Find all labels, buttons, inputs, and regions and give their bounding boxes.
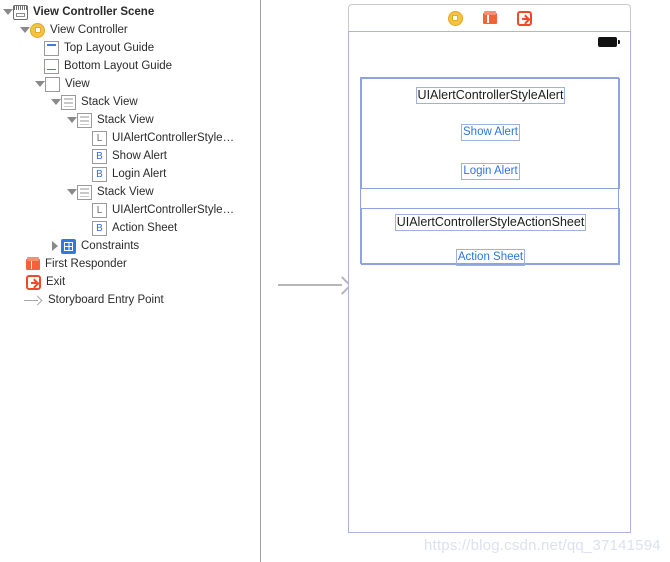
outline-row-label: UIAlertControllerStyle… (112, 132, 235, 144)
action-sheet-button[interactable]: Action Sheet (455, 249, 526, 266)
outline-row-label: Constraints (81, 240, 140, 252)
outline-row-stack-view-sheet[interactable]: Stack View (66, 183, 260, 201)
outline-row-button-action-sheet[interactable]: B Action Sheet (92, 219, 260, 237)
outline-row-label: Storyboard Entry Point (48, 294, 164, 306)
outer-stack-view[interactable]: UIAlertControllerStyleAlert Show Alert L… (360, 77, 620, 266)
outline-row-label: View (65, 78, 90, 90)
disclosure-triangle-icon[interactable] (50, 237, 61, 255)
outline-row-label: UIAlertControllerStyle… (112, 204, 235, 216)
outline-row-label: View Controller (50, 24, 128, 36)
first-responder-icon (26, 257, 40, 271)
outline-row-view-controller-scene[interactable]: View Controller Scene (2, 3, 260, 21)
outline-row-constraints[interactable]: Constraints (50, 237, 260, 255)
battery-full-icon (598, 37, 620, 47)
disclosure-triangle-icon[interactable] (66, 183, 77, 201)
disclosure-triangle-icon[interactable] (34, 75, 45, 93)
scene-icon (13, 4, 28, 20)
outline-row-label: Exit (46, 276, 66, 288)
outline-row-label-sheet-style[interactable]: L UIAlertControllerStyle… (92, 201, 260, 219)
document-outline-panel[interactable]: View Controller Scene View Controller To… (0, 0, 261, 562)
device-frame[interactable]: UIAlertControllerStyleAlert Show Alert L… (348, 31, 631, 533)
view-controller-icon (30, 22, 45, 38)
button-icon: B (92, 148, 107, 164)
outline-row-first-responder[interactable]: First Responder (26, 255, 260, 273)
outline-row-label: Stack View (81, 96, 138, 108)
view-controller-dock-icon[interactable] (447, 10, 463, 26)
outline-row-label: View Controller Scene (33, 6, 155, 18)
show-alert-button[interactable]: Show Alert (461, 124, 520, 141)
battery-body (598, 37, 617, 47)
alert-style-label: UIAlertControllerStyleAlert (415, 87, 566, 104)
outline-row-label: Show Alert (112, 150, 167, 162)
battery-cap (617, 40, 620, 44)
outline-row-button-show-alert[interactable]: B Show Alert (92, 147, 260, 165)
inner-stack-view-alert[interactable]: UIAlertControllerStyleAlert Show Alert L… (361, 78, 620, 189)
outline-row-stack-view-outer[interactable]: Stack View (50, 93, 260, 111)
constraints-icon (61, 238, 76, 254)
outline-row-bottom-layout-guide[interactable]: Bottom Layout Guide (44, 57, 260, 75)
disclosure-triangle-icon[interactable] (66, 111, 77, 129)
exit-dock-icon[interactable] (516, 10, 532, 26)
label-icon: L (92, 202, 107, 218)
first-responder-dock-icon[interactable] (482, 11, 497, 25)
disclosure-triangle-icon[interactable] (2, 3, 13, 21)
stack-view-icon (77, 112, 92, 128)
label-icon: L (92, 130, 107, 146)
watermark: https://blog.csdn.net/qq_37141594 (424, 537, 661, 554)
outline-row-label: Login Alert (112, 168, 167, 180)
button-icon: B (92, 166, 107, 182)
inner-stack-view-action-sheet[interactable]: UIAlertControllerStyleActionSheet Action… (361, 208, 620, 266)
entry-point-arrow-icon (24, 293, 43, 308)
stack-view-icon (77, 184, 92, 200)
outline-row-label: Bottom Layout Guide (64, 60, 173, 72)
login-alert-button[interactable]: Login Alert (461, 163, 520, 180)
storyboard-canvas[interactable]: UIAlertControllerStyleAlert Show Alert L… (262, 0, 670, 562)
view-icon (45, 76, 60, 92)
disclosure-triangle-icon[interactable] (19, 21, 30, 39)
outline-row-top-layout-guide[interactable]: Top Layout Guide (44, 39, 260, 57)
outline-row-button-login-alert[interactable]: B Login Alert (92, 165, 260, 183)
outline-row-exit[interactable]: Exit (26, 273, 260, 291)
scene-dock[interactable] (348, 4, 631, 31)
action-sheet-style-label: UIAlertControllerStyleActionSheet (394, 214, 587, 231)
outline-row-label-alert-style[interactable]: L UIAlertControllerStyle… (92, 129, 260, 147)
outline-row-label: First Responder (45, 258, 127, 270)
outline-row-stack-view-alert[interactable]: Stack View (66, 111, 260, 129)
disclosure-triangle-icon[interactable] (50, 93, 61, 111)
stack-view-icon (61, 94, 76, 110)
outline-row-view-controller[interactable]: View Controller (19, 21, 260, 39)
outline-row-view[interactable]: View (34, 75, 260, 93)
outline-row-label: Top Layout Guide (64, 42, 155, 54)
bottom-layout-guide-icon (44, 58, 59, 74)
outline-row-label: Stack View (97, 114, 154, 126)
storyboard-entry-arrow-icon (278, 276, 352, 296)
outline-row-label: Stack View (97, 186, 154, 198)
exit-icon (26, 274, 41, 290)
button-icon: B (92, 220, 107, 236)
outline-row-storyboard-entry-point[interactable]: Storyboard Entry Point (24, 291, 260, 309)
outline-row-label: Action Sheet (112, 222, 178, 234)
top-layout-guide-icon (44, 40, 59, 56)
